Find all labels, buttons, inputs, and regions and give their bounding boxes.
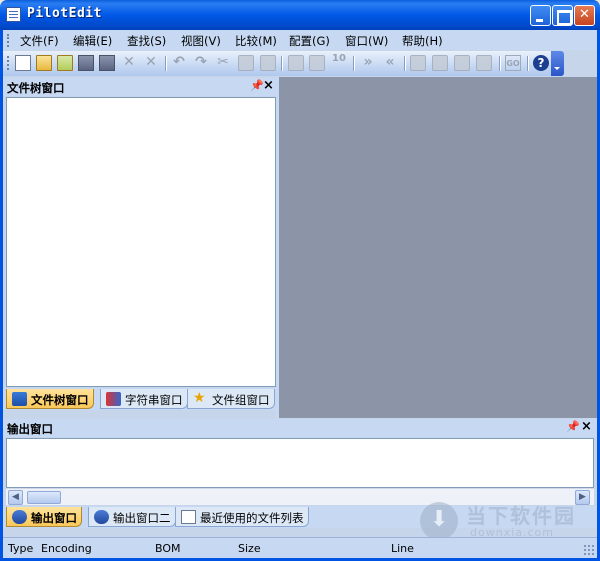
menu-view[interactable]: 视图(V) <box>181 33 221 49</box>
tab-recent-files[interactable]: 最近使用的文件列表 <box>175 507 309 527</box>
panel-close-icon[interactable]: × <box>263 78 274 93</box>
status-type: Type <box>8 542 34 555</box>
menubar-grip[interactable] <box>7 34 9 47</box>
status-bom: BOM <box>155 542 181 555</box>
copy-icon[interactable] <box>238 55 254 71</box>
open-remote-icon[interactable] <box>57 55 73 71</box>
pin-icon[interactable]: 📌 <box>566 420 580 433</box>
menu-config[interactable]: 配置(G) <box>289 33 330 49</box>
toolbar-grip[interactable] <box>7 56 9 70</box>
tab-file-tree[interactable]: 文件树窗口 <box>6 389 94 409</box>
goto-icon[interactable]: GO <box>505 55 521 71</box>
tab-label: 输出窗口 <box>31 511 77 525</box>
tab-label: 字符串窗口 <box>125 393 183 407</box>
menu-window[interactable]: 窗口(W) <box>345 33 388 49</box>
maximize-button[interactable] <box>552 5 573 26</box>
save-icon[interactable] <box>78 55 94 71</box>
menu-bar: 文件(F) 编辑(E) 查找(S) 视图(V) 比较(M) 配置(G) 窗口(W… <box>3 30 597 50</box>
app-icon[interactable] <box>6 7 21 22</box>
tab-output-2[interactable]: 输出窗口二 <box>88 507 176 527</box>
resize-grip[interactable] <box>583 544 595 556</box>
watermark-text: 当下软件园 <box>466 504 576 528</box>
open-file-icon[interactable] <box>36 55 52 71</box>
status-encoding: Encoding <box>41 542 92 555</box>
close-file-icon[interactable]: ✕ <box>121 55 137 71</box>
file-tree-view[interactable] <box>6 97 276 387</box>
macro-play-icon[interactable] <box>454 55 470 71</box>
toolbar-separator <box>499 56 500 71</box>
toolbar-separator <box>527 56 528 71</box>
tab-string[interactable]: 字符串窗口 <box>100 389 188 409</box>
toolbar-separator <box>404 56 405 71</box>
macro-record-icon[interactable] <box>410 55 426 71</box>
output-icon <box>12 510 27 524</box>
new-file-icon[interactable] <box>15 55 31 71</box>
toolbar-overflow-button[interactable] <box>551 51 564 76</box>
status-bar: Type Encoding BOM Size Line <box>3 537 597 558</box>
toolbar-separator <box>353 56 354 71</box>
next-icon[interactable]: » <box>360 55 376 71</box>
tab-output[interactable]: 输出窗口 <box>6 507 82 527</box>
file-tree-icon <box>12 392 27 406</box>
output-header: 输出窗口 📌 × <box>3 419 597 437</box>
menu-help[interactable]: 帮助(H) <box>402 33 443 49</box>
file-tree-title: 文件树窗口 <box>7 81 65 95</box>
macro-repeat-icon[interactable] <box>476 55 492 71</box>
tab-label: 文件树窗口 <box>31 393 89 407</box>
minimize-button[interactable] <box>530 5 551 26</box>
cut-icon[interactable]: ✂ <box>215 55 231 71</box>
editor-area[interactable] <box>279 77 597 418</box>
download-icon <box>420 502 458 540</box>
status-size: Size <box>238 542 261 555</box>
file-tree-tabstrip: 文件树窗口 字符串窗口 ★ 文件组窗口 <box>3 388 276 410</box>
string-icon <box>106 392 121 406</box>
previous-icon[interactable]: « <box>382 55 398 71</box>
tab-label: 文件组窗口 <box>212 393 270 407</box>
toolbar: ✕ ✕ ↶ ↷ ✂ 10 » « GO ? <box>3 51 564 76</box>
menu-file[interactable]: 文件(F) <box>20 33 59 49</box>
scroll-thumb[interactable] <box>27 491 61 504</box>
tab-label: 输出窗口二 <box>113 511 171 525</box>
output-title: 输出窗口 <box>7 422 53 436</box>
output-icon <box>94 510 109 524</box>
redo-icon[interactable]: ↷ <box>193 55 209 71</box>
save-all-icon[interactable] <box>99 55 115 71</box>
window-title: PilotEdit <box>27 6 102 21</box>
replace-icon[interactable] <box>309 55 325 71</box>
close-button[interactable]: ✕ <box>574 5 595 26</box>
title-bar[interactable]: PilotEdit ✕ <box>0 0 600 30</box>
binary-icon[interactable]: 10 <box>331 54 347 71</box>
panel-close-icon[interactable]: × <box>581 419 592 434</box>
menu-edit[interactable]: 编辑(E) <box>73 33 112 49</box>
tab-file-group[interactable]: ★ 文件组窗口 <box>187 389 275 409</box>
macro-stop-icon[interactable] <box>432 55 448 71</box>
status-line: Line <box>391 542 414 555</box>
help-icon[interactable]: ? <box>533 55 549 71</box>
find-icon[interactable] <box>288 55 304 71</box>
menu-find[interactable]: 查找(S) <box>127 33 166 49</box>
toolbar-separator <box>281 56 282 71</box>
close-all-icon[interactable]: ✕ <box>143 55 159 71</box>
pin-icon[interactable]: 📌 <box>250 79 264 92</box>
paste-icon[interactable] <box>260 55 276 71</box>
output-view[interactable] <box>6 438 594 488</box>
toolbar-separator <box>165 56 166 71</box>
menu-compare[interactable]: 比较(M) <box>235 33 277 49</box>
file-list-icon <box>181 510 196 524</box>
scroll-left-icon[interactable]: ◀ <box>8 490 23 505</box>
tab-label: 最近使用的文件列表 <box>200 511 304 525</box>
undo-icon[interactable]: ↶ <box>171 55 187 71</box>
file-tree-header: 文件树窗口 📌 × <box>3 78 276 96</box>
star-icon: ★ <box>193 390 206 406</box>
